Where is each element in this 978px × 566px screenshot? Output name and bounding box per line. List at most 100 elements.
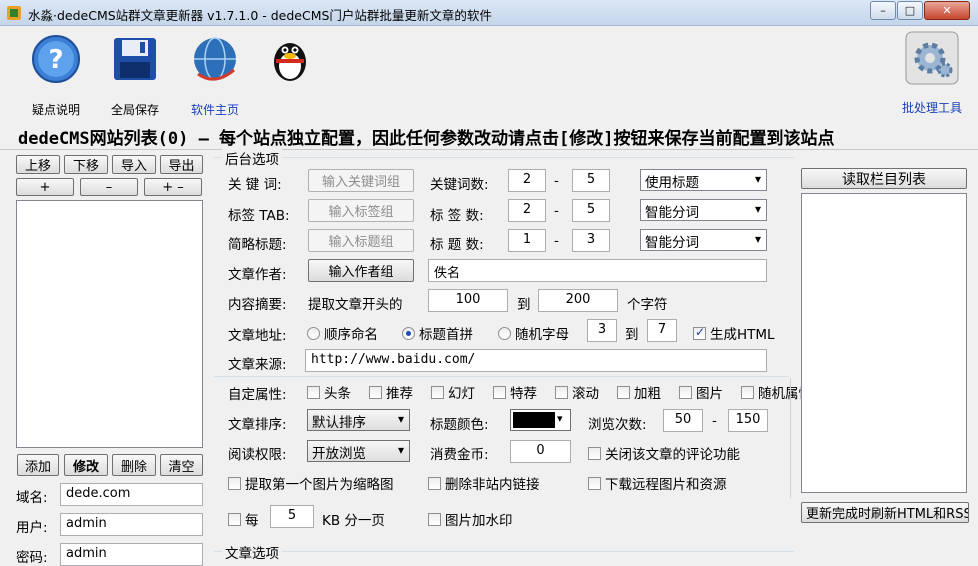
title-min-input[interactable]: 1 — [508, 229, 546, 252]
gear-icon — [905, 31, 959, 85]
batch-tool-button[interactable]: 批处理工具 — [894, 31, 970, 116]
move-up-button[interactable]: 上移 — [16, 155, 60, 174]
domain-label: 域名: — [16, 490, 48, 506]
user-input[interactable]: admin — [60, 513, 203, 536]
save-label: 全局保存 — [110, 103, 159, 117]
attr-checkbox-label: 图片 — [696, 386, 723, 402]
author-input[interactable]: 佚名 — [428, 259, 767, 282]
password-label: 密码: — [16, 550, 48, 566]
delete-site-button[interactable]: 删除 — [112, 454, 156, 476]
minimize-button[interactable]: – — [870, 1, 896, 20]
refresh-html-button[interactable]: 更新完成时刷新HTML和RSS — [801, 502, 969, 523]
url-rand-radio[interactable]: 随机字母 — [498, 323, 569, 343]
attr-checkbox[interactable]: 加粗 — [617, 382, 661, 402]
help-tool-button[interactable]: ? 疑点说明 — [20, 34, 92, 118]
close-comment-checkbox[interactable]: 关闭该文章的评论功能 — [588, 443, 740, 463]
toggle-small-button[interactable]: + – — [144, 178, 202, 196]
clear-sites-button[interactable]: 清空 — [160, 454, 203, 476]
move-down-button[interactable]: 下移 — [64, 155, 108, 174]
keyword-group-button[interactable]: 输入关键词组 — [308, 169, 414, 192]
title-mode-select[interactable]: 智能分词 — [640, 229, 767, 251]
site-list[interactable] — [16, 200, 203, 448]
coin-input[interactable]: 0 — [510, 440, 571, 463]
attr-label: 自定属性: — [228, 387, 287, 403]
page-title: dedeCMS网站列表(0) – 每个站点独立配置，因此任何参数改动请点击[修改… — [18, 129, 835, 149]
short-title-label: 简略标题: — [228, 237, 287, 253]
summary-min-input[interactable]: 100 — [428, 289, 508, 312]
checkbox-indicator — [431, 385, 444, 399]
watermark-checkbox[interactable]: 图片加水印 — [428, 509, 513, 529]
gen-html-checkbox[interactable]: 生成HTML — [693, 323, 775, 343]
checkbox-indicator — [679, 385, 692, 399]
source-label: 文章来源: — [228, 357, 287, 373]
summary-max-input[interactable]: 200 — [538, 289, 618, 312]
title-range-dash: - — [554, 233, 559, 249]
checkbox-indicator — [428, 476, 441, 490]
page-kb-input[interactable]: 5 — [270, 505, 314, 528]
home-label[interactable]: 软件主页 — [179, 101, 251, 118]
import-button[interactable]: 导入 — [112, 155, 156, 174]
title-max-input[interactable]: 3 — [572, 229, 610, 252]
views-label: 浏览次数: — [588, 417, 647, 433]
rand-min-input[interactable]: 3 — [587, 319, 617, 342]
gen-html-label: 生成HTML — [710, 327, 775, 343]
floppy-disk-icon — [114, 38, 156, 80]
views-max-input[interactable]: 150 — [728, 409, 768, 432]
keyword-min-input[interactable]: 2 — [508, 169, 546, 192]
title-group-button[interactable]: 输入标题组 — [308, 229, 414, 252]
add-site-button[interactable]: 添加 — [17, 454, 59, 476]
attr-checkbox-label: 幻灯 — [448, 386, 475, 402]
tag-min-input[interactable]: 2 — [508, 199, 546, 222]
close-button[interactable]: ✕ — [924, 1, 970, 20]
attr-checkbox-label: 特荐 — [510, 386, 537, 402]
page-split-checkbox[interactable]: 每 — [228, 509, 259, 529]
tag-max-input[interactable]: 5 — [572, 199, 610, 222]
del-links-checkbox[interactable]: 删除非站内链接 — [428, 473, 540, 493]
read-select[interactable]: 开放浏览 — [307, 440, 410, 462]
sort-select[interactable]: 默认排序 — [307, 409, 410, 431]
url-seq-radio[interactable]: 顺序命名 — [307, 323, 378, 343]
keyword-mode-select[interactable]: 使用标题 — [640, 169, 767, 191]
attr-checkbox[interactable]: 滚动 — [555, 382, 599, 402]
home-tool-button[interactable]: 软件主页 — [179, 34, 251, 118]
qq-tool-button[interactable] — [260, 34, 320, 88]
modify-site-button[interactable]: 修改 — [64, 454, 108, 476]
download-label: 下载远程图片和资源 — [605, 477, 727, 493]
domain-input[interactable]: dede.com — [60, 483, 203, 506]
password-input[interactable]: admin — [60, 543, 203, 566]
tag-group-button[interactable]: 输入标签组 — [308, 199, 414, 222]
attr-checkbox[interactable]: 推荐 — [369, 382, 413, 402]
read-columns-button[interactable]: 读取栏目列表 — [801, 168, 967, 189]
url-rand-label: 随机字母 — [515, 327, 569, 343]
attr-checkbox[interactable]: 图片 — [679, 382, 723, 402]
checkbox-indicator — [369, 385, 382, 399]
add-small-button[interactable]: + — [16, 178, 74, 196]
article-group-title: 文章选项 — [222, 542, 282, 562]
views-min-input[interactable]: 50 — [663, 409, 703, 432]
url-seq-label: 顺序命名 — [324, 327, 378, 343]
thumb-checkbox[interactable]: 提取第一个图片为缩略图 — [228, 473, 394, 493]
radio-indicator — [498, 326, 511, 340]
export-button[interactable]: 导出 — [160, 155, 203, 174]
rand-max-input[interactable]: 7 — [647, 319, 677, 342]
column-list[interactable] — [801, 193, 967, 493]
maximize-button[interactable]: □ — [897, 1, 923, 20]
keyword-range-dash: - — [554, 173, 559, 189]
download-checkbox[interactable]: 下载远程图片和资源 — [588, 473, 727, 493]
url-pinyin-label: 标题首拼 — [419, 327, 473, 343]
author-group-button[interactable]: 输入作者组 — [308, 259, 414, 282]
save-tool-button[interactable]: 全局保存 — [99, 34, 171, 118]
source-input[interactable]: http://www.baidu.com/ — [305, 349, 767, 372]
title-color-select[interactable]: ▾ — [510, 409, 571, 431]
attr-checkbox-label: 头条 — [324, 386, 351, 402]
tag-mode-select[interactable]: 智能分词 — [640, 199, 767, 221]
remove-small-button[interactable]: – — [80, 178, 138, 196]
attr-checkbox[interactable]: 幻灯 — [431, 382, 475, 402]
attr-checkbox[interactable]: 头条 — [307, 382, 351, 402]
attr-checkbox[interactable]: 特荐 — [493, 382, 537, 402]
keyword-max-input[interactable]: 5 — [572, 169, 610, 192]
batch-label[interactable]: 批处理工具 — [894, 99, 970, 116]
url-pinyin-radio[interactable]: 标题首拼 — [402, 323, 473, 343]
tag-count-label: 标 签 数: — [430, 208, 484, 224]
coin-label: 消费金币: — [430, 447, 489, 463]
